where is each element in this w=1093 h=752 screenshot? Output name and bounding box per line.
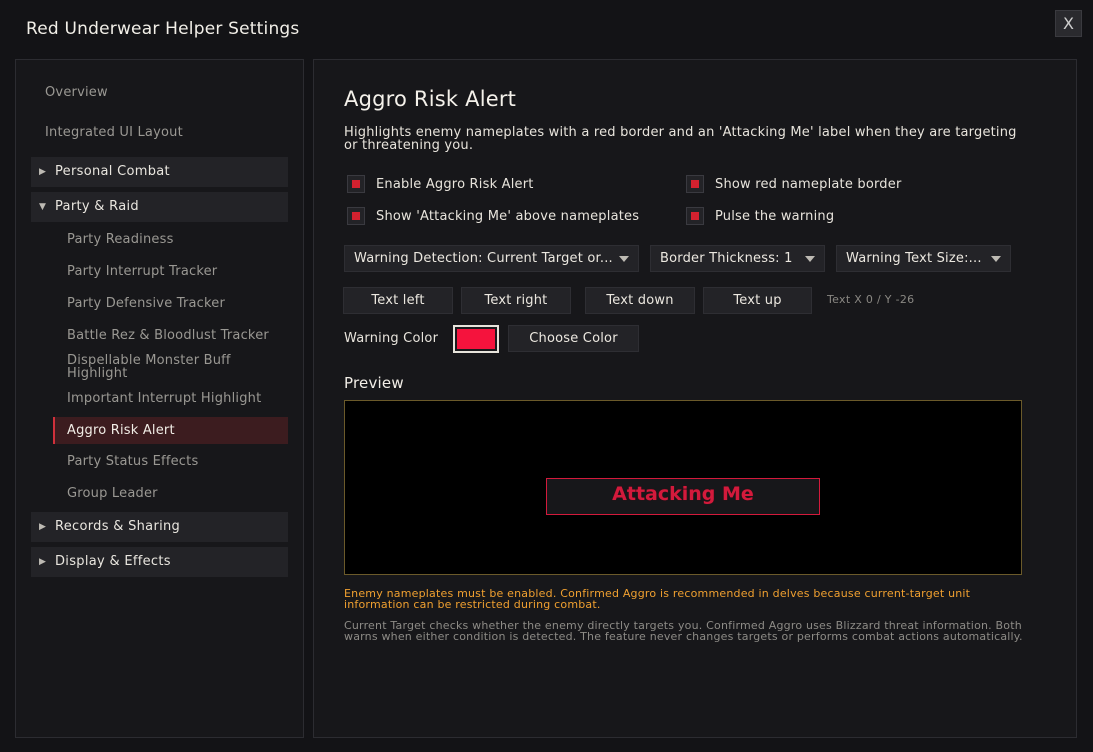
info-note: Current Target checks whether the enemy … — [344, 619, 1023, 643]
checkbox-label: Enable Aggro Risk Alert — [376, 176, 534, 192]
close-button[interactable]: X — [1055, 10, 1082, 37]
sidebar-item-party-readiness[interactable]: Party Readiness — [67, 233, 288, 246]
dropdown-value: Border Thickness: 1 — [660, 251, 793, 266]
border-thickness-dropdown[interactable]: Border Thickness: 1 — [650, 245, 825, 272]
expand-arrow-icon: ▶ — [39, 557, 47, 567]
sidebar-item-battle-rez-bloodlust[interactable]: Battle Rez & Bloodlust Tracker — [67, 329, 288, 342]
text-down-button[interactable]: Text down — [585, 287, 695, 314]
sidebar-item-dispellable-monster-buff[interactable]: Dispellable Monster Buff Highlight — [67, 354, 267, 380]
enable-aggro-alert-checkbox[interactable]: Enable Aggro Risk Alert — [347, 175, 534, 193]
warning-color-swatch[interactable] — [453, 325, 499, 353]
page-description: Highlights enemy nameplates with a red b… — [344, 125, 1017, 153]
sidebar-item-aggro-risk-alert[interactable]: Aggro Risk Alert — [53, 417, 288, 444]
dropdown-value: Warning Text Size:... — [846, 251, 982, 266]
sidebar-item-overview[interactable]: Overview — [45, 85, 108, 100]
warning-text-size-dropdown[interactable]: Warning Text Size:... — [836, 245, 1011, 272]
chevron-down-icon — [991, 256, 1001, 262]
sidebar-item-party-status-effects[interactable]: Party Status Effects — [67, 455, 288, 468]
color-fill — [457, 329, 495, 349]
sidebar-group-label: Records & Sharing — [55, 519, 181, 534]
sidebar-item-important-interrupt[interactable]: Important Interrupt Highlight — [67, 392, 288, 405]
choose-color-button[interactable]: Choose Color — [508, 325, 639, 352]
checkbox-box[interactable] — [686, 207, 704, 225]
warning-color-label: Warning Color — [344, 331, 439, 346]
sidebar-group-personal-combat[interactable]: ▶ Personal Combat — [31, 157, 288, 187]
warning-note: Enemy nameplates must be enabled. Confir… — [344, 587, 971, 611]
checkbox-label: Show red nameplate border — [715, 176, 902, 192]
preview-area: Attacking Me — [344, 400, 1022, 575]
chevron-down-icon — [619, 256, 629, 262]
sidebar-item-group-leader[interactable]: Group Leader — [67, 487, 288, 500]
checkbox-box[interactable] — [347, 207, 365, 225]
checkbox-box[interactable] — [347, 175, 365, 193]
sidebar-group-records-sharing[interactable]: ▶ Records & Sharing — [31, 512, 288, 542]
expand-arrow-icon: ▶ — [39, 167, 47, 177]
text-up-button[interactable]: Text up — [703, 287, 812, 314]
show-attacking-me-checkbox[interactable]: Show 'Attacking Me' above nameplates — [347, 207, 639, 225]
sidebar-group-label: Personal Combat — [55, 164, 170, 179]
attacking-me-label: Attacking Me — [612, 483, 754, 505]
checkbox-label: Pulse the warning — [715, 208, 835, 224]
preview-heading: Preview — [344, 374, 404, 392]
text-left-button[interactable]: Text left — [343, 287, 453, 314]
sidebar-group-display-effects[interactable]: ▶ Display & Effects — [31, 547, 288, 577]
chevron-down-icon — [805, 256, 815, 262]
checkbox-label: Show 'Attacking Me' above nameplates — [376, 208, 640, 224]
page-title: Aggro Risk Alert — [344, 87, 517, 111]
sidebar-group-label: Party & Raid — [55, 199, 139, 214]
collapse-arrow-icon: ▼ — [39, 202, 47, 212]
nameplate-preview: Attacking Me — [546, 478, 820, 515]
warning-detection-dropdown[interactable]: Warning Detection: Current Target or... — [344, 245, 639, 272]
sidebar-group-label: Display & Effects — [55, 554, 171, 569]
settings-window: Red Underwear Helper Settings X Overview… — [0, 0, 1093, 752]
expand-arrow-icon: ▶ — [39, 522, 47, 532]
checkbox-box[interactable] — [686, 175, 704, 193]
sidebar-group-party-raid[interactable]: ▼ Party & Raid — [31, 192, 288, 222]
text-offset-readout: Text X 0 / Y -26 — [827, 293, 915, 306]
sidebar-item-integrated-ui-layout[interactable]: Integrated UI Layout — [45, 125, 183, 140]
show-nameplate-border-checkbox[interactable]: Show red nameplate border — [686, 175, 902, 193]
sidebar-item-party-defensive-tracker[interactable]: Party Defensive Tracker — [67, 297, 288, 310]
text-right-button[interactable]: Text right — [461, 287, 571, 314]
dropdown-value: Warning Detection: Current Target or... — [354, 251, 613, 266]
window-title: Red Underwear Helper Settings — [26, 19, 300, 39]
pulse-warning-checkbox[interactable]: Pulse the warning — [686, 207, 834, 225]
sidebar-item-party-interrupt-tracker[interactable]: Party Interrupt Tracker — [67, 265, 288, 278]
